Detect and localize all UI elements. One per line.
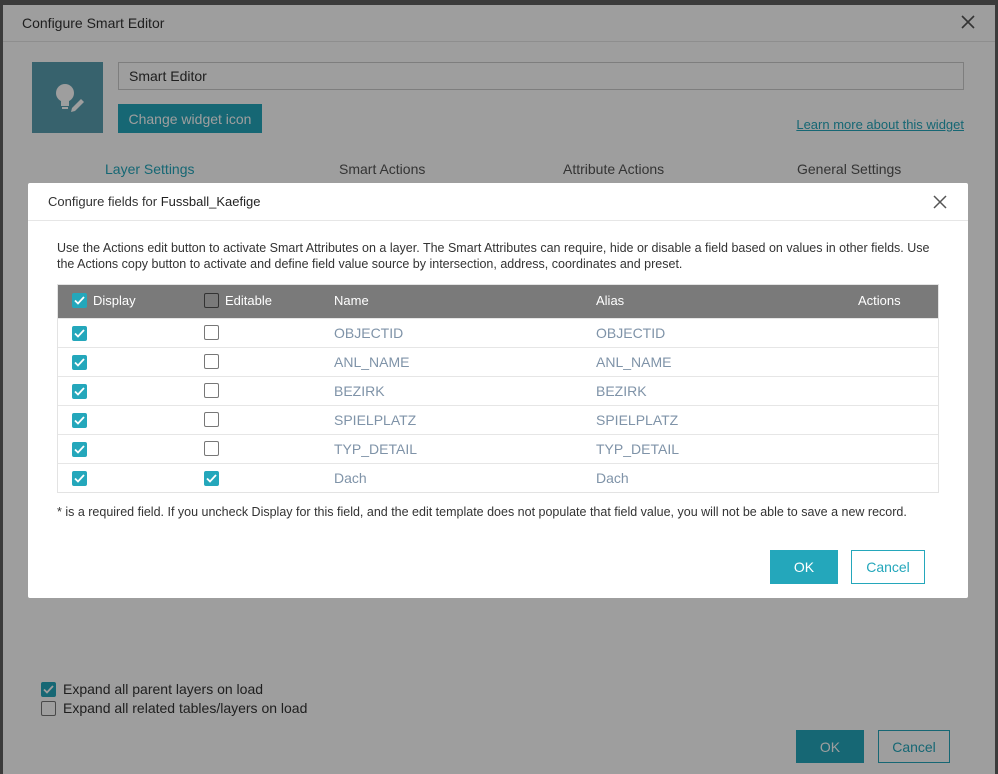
table-body: OBJECTID OBJECTID ANL_NAME ANL_NAME BEZIRK BE…	[58, 318, 938, 492]
header-editable-label: Editable	[225, 293, 272, 308]
close-icon[interactable]	[932, 194, 948, 210]
fields-description: Use the Actions edit button to activate …	[57, 241, 930, 271]
layer-name: Fussball_Kaefige	[160, 194, 261, 209]
header-editable[interactable]: Editable	[204, 293, 272, 308]
table-row: Dach Dach	[58, 463, 938, 492]
field-alias: Dach	[596, 470, 629, 486]
checkmark-icon	[74, 296, 85, 305]
editable-checkbox[interactable]	[204, 325, 219, 340]
fields-table: Display Editable Name Alias Actions OBJE…	[57, 284, 939, 493]
editable-checkbox[interactable]	[204, 354, 219, 369]
header-name: Name	[334, 293, 369, 308]
checkmark-icon	[74, 445, 85, 454]
header-alias: Alias	[596, 293, 625, 308]
checkmark-icon	[206, 474, 217, 483]
fields-dialog-header: Configure fields for Fussball_Kaefige	[28, 183, 968, 221]
configure-fields-dialog: Configure fields for Fussball_Kaefige Us…	[28, 183, 968, 598]
checkmark-icon	[74, 416, 85, 425]
field-name: TYP_DETAIL	[334, 441, 417, 457]
fields-ok-button[interactable]: OK	[770, 550, 838, 584]
header-display-label: Display	[93, 293, 136, 308]
checkmark-icon	[74, 329, 85, 338]
table-row: SPIELPLATZ SPIELPLATZ	[58, 405, 938, 434]
field-name: OBJECTID	[334, 325, 404, 341]
required-field-note: * is a required field. If you uncheck Di…	[57, 505, 907, 519]
table-row: BEZIRK BEZIRK	[58, 376, 938, 405]
fields-dialog-title: Configure fields for Fussball_Kaefige	[48, 194, 260, 209]
display-checkbox[interactable]	[72, 471, 87, 486]
header-actions: Actions	[858, 293, 901, 308]
display-all-checkbox[interactable]	[72, 293, 87, 308]
display-checkbox[interactable]	[72, 413, 87, 428]
editable-all-checkbox[interactable]	[204, 293, 219, 308]
checkmark-icon	[74, 387, 85, 396]
checkmark-icon	[74, 358, 85, 367]
table-row: ANL_NAME ANL_NAME	[58, 347, 938, 376]
field-alias: OBJECTID	[596, 325, 666, 341]
field-name: SPIELPLATZ	[334, 412, 417, 428]
editable-checkbox[interactable]	[204, 471, 219, 486]
display-checkbox[interactable]	[72, 355, 87, 370]
field-name: ANL_NAME	[334, 354, 410, 370]
header-display[interactable]: Display	[72, 293, 136, 308]
table-row: TYP_DETAIL TYP_DETAIL	[58, 434, 938, 463]
display-checkbox[interactable]	[72, 326, 87, 341]
field-alias: SPIELPLATZ	[596, 412, 679, 428]
title-prefix: Configure fields for	[48, 194, 161, 209]
editable-checkbox[interactable]	[204, 383, 219, 398]
display-checkbox[interactable]	[72, 384, 87, 399]
fields-cancel-button[interactable]: Cancel	[851, 550, 925, 584]
field-alias: ANL_NAME	[596, 354, 672, 370]
editable-checkbox[interactable]	[204, 412, 219, 427]
editable-checkbox[interactable]	[204, 441, 219, 456]
display-checkbox[interactable]	[72, 442, 87, 457]
table-header: Display Editable Name Alias Actions	[58, 285, 938, 318]
field-name: BEZIRK	[334, 383, 385, 399]
checkmark-icon	[74, 474, 85, 483]
field-alias: TYP_DETAIL	[596, 441, 679, 457]
field-alias: BEZIRK	[596, 383, 647, 399]
table-row: OBJECTID OBJECTID	[58, 318, 938, 347]
field-name: Dach	[334, 470, 367, 486]
